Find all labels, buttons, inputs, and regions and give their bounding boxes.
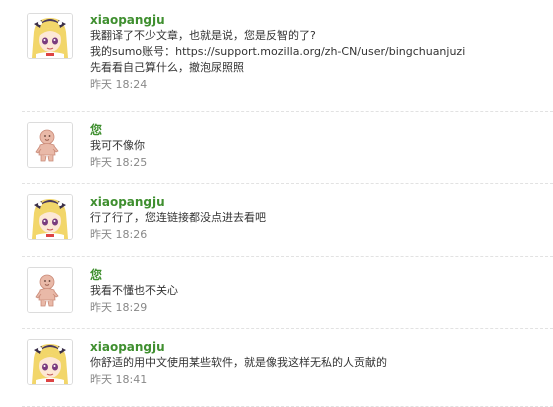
message-text-line: 你舒适的用中文使用某些软件，就是像我这样无私的人贡献的 — [90, 356, 387, 369]
message-body: 您 我看不懂也不关心 昨天 18:29 — [90, 267, 545, 316]
message-item: xiaopangju 我翻译了不少文章，也就是说，您是反智的了? 我的sumo账… — [0, 0, 553, 112]
message-item: xiaopangju 行了行了，您连链接都没点进去看吧 昨天 18:26 — [0, 184, 553, 257]
message-body: 您 我可不像你 昨天 18:25 — [90, 122, 545, 171]
message-timestamp: 昨天 18:26 — [90, 228, 148, 241]
message-text-line: 先看看自己算什么，撤泡尿照照 — [90, 61, 244, 74]
message-timestamp: 昨天 18:25 — [90, 156, 148, 169]
anime-girl-avatar-icon[interactable] — [27, 339, 73, 385]
message-author[interactable]: 您 — [90, 122, 545, 138]
message-text-line: 行了行了，您连链接都没点进去看吧 — [90, 211, 266, 224]
message-author[interactable]: xiaopangju — [90, 12, 545, 28]
default-user-avatar-icon[interactable] — [27, 122, 73, 168]
message-author[interactable]: xiaopangju — [90, 339, 545, 355]
message-item: 您 我看不懂也不关心 昨天 18:29 — [0, 257, 553, 329]
message-item: xiaopangju 你舒适的用中文使用某些软件，就是像我这样无私的人贡献的 昨… — [0, 329, 553, 407]
message-item: 您 我可不像你 昨天 18:25 — [0, 112, 553, 184]
message-text-line: 我可不像你 — [90, 139, 145, 152]
message-body: xiaopangju 我翻译了不少文章，也就是说，您是反智的了? 我的sumo账… — [90, 12, 545, 93]
anime-girl-avatar-icon[interactable] — [27, 13, 73, 59]
message-body: xiaopangju 你舒适的用中文使用某些软件，就是像我这样无私的人贡献的 昨… — [90, 339, 545, 388]
message-timestamp: 昨天 18:41 — [90, 373, 148, 386]
message-author[interactable]: 您 — [90, 267, 545, 283]
message-author[interactable]: xiaopangju — [90, 194, 545, 210]
message-thread: xiaopangju 我翻译了不少文章，也就是说，您是反智的了? 我的sumo账… — [0, 0, 553, 407]
message-text-line: 我的sumo账号：https://support.mozilla.org/zh-… — [90, 45, 466, 58]
anime-girl-avatar-icon[interactable] — [27, 194, 73, 240]
message-text-line: 我翻译了不少文章，也就是说，您是反智的了? — [90, 29, 316, 42]
message-timestamp: 昨天 18:24 — [90, 78, 148, 91]
default-user-avatar-icon[interactable] — [27, 267, 73, 313]
message-body: xiaopangju 行了行了，您连链接都没点进去看吧 昨天 18:26 — [90, 194, 545, 243]
message-timestamp: 昨天 18:29 — [90, 301, 148, 314]
message-text-line: 我看不懂也不关心 — [90, 284, 178, 297]
